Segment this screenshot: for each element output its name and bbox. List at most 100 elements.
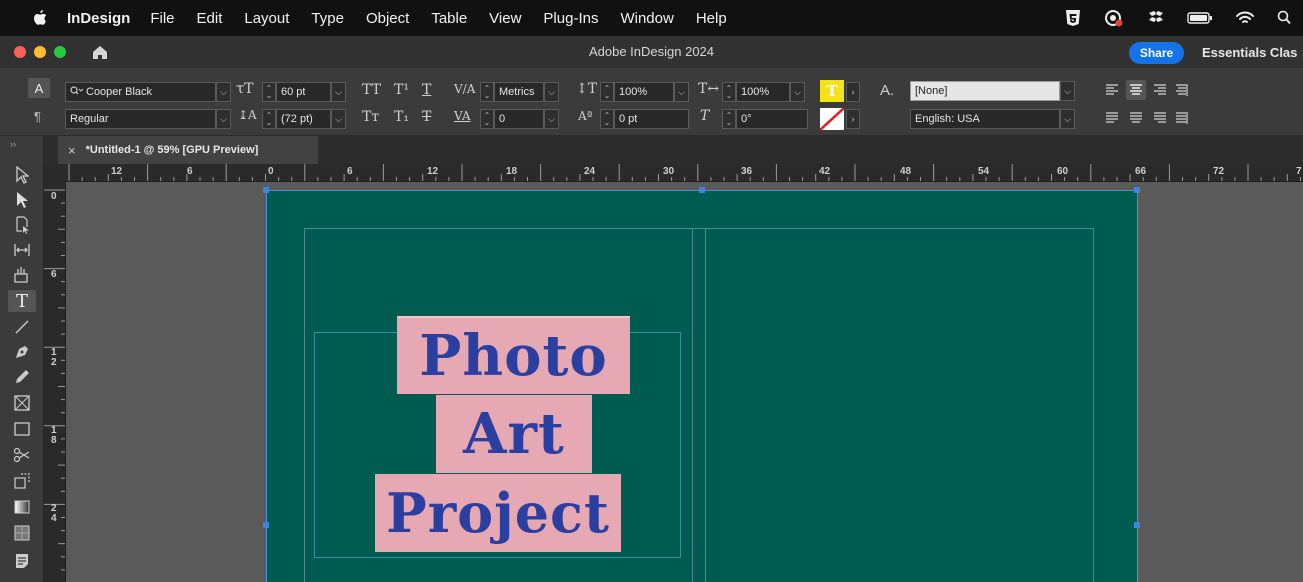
gap-tool-icon[interactable] bbox=[8, 239, 36, 261]
close-tab-icon[interactable]: × bbox=[68, 143, 76, 158]
font-size-stepper[interactable]: ⌃ ⌄ bbox=[262, 82, 276, 102]
align-center-button[interactable] bbox=[1126, 80, 1146, 100]
menu-window[interactable]: Window bbox=[620, 10, 673, 27]
kerning-field[interactable]: Metrics bbox=[494, 82, 544, 102]
underline-button[interactable]: T bbox=[422, 82, 431, 98]
horizontal-scale-dropdown[interactable]: ⌵ bbox=[790, 82, 805, 102]
justify-center-button[interactable] bbox=[1128, 110, 1144, 126]
horizontal-scale-field[interactable]: 100% bbox=[736, 82, 790, 102]
kerning-dropdown[interactable]: ⌵ bbox=[544, 82, 559, 102]
pasteboard[interactable]: Photo Art Project bbox=[66, 182, 1303, 582]
apple-menu-icon[interactable] bbox=[30, 9, 50, 27]
content-collector-tool-icon[interactable] bbox=[8, 264, 36, 286]
menu-edit[interactable]: Edit bbox=[197, 10, 223, 27]
text-line-photo[interactable]: Photo bbox=[397, 316, 630, 394]
leading-dropdown[interactable]: ⌵ bbox=[331, 109, 346, 129]
menu-view[interactable]: View bbox=[489, 10, 521, 27]
selection-handle[interactable] bbox=[1134, 187, 1140, 193]
justify-left-button[interactable] bbox=[1104, 110, 1120, 126]
skew-stepper[interactable]: ⌃ ⌄ bbox=[722, 109, 736, 129]
baseline-shift-stepper[interactable]: ⌃ ⌄ bbox=[600, 109, 614, 129]
subscript-button[interactable]: T₁ bbox=[394, 109, 409, 125]
menu-type[interactable]: Type bbox=[311, 10, 344, 27]
baseline-shift-field[interactable]: 0 pt bbox=[614, 109, 689, 129]
character-formatting-mode-button[interactable]: A bbox=[28, 78, 50, 98]
selection-handle[interactable] bbox=[699, 187, 705, 193]
align-left-button[interactable] bbox=[1104, 82, 1120, 98]
page-tool-icon[interactable] bbox=[8, 214, 36, 236]
free-transform-tool-icon[interactable] bbox=[8, 470, 36, 492]
fill-color-swatch[interactable]: T bbox=[820, 80, 844, 102]
horizontal-scale-stepper[interactable]: ⌃ ⌄ bbox=[722, 82, 736, 102]
font-family-dropdown[interactable]: ⌵ bbox=[216, 82, 231, 102]
creative-cloud-icon[interactable] bbox=[1103, 9, 1125, 27]
gradient-feather-tool-icon[interactable] bbox=[8, 522, 36, 544]
tracking-dropdown[interactable]: ⌵ bbox=[544, 109, 559, 129]
justify-right-button[interactable] bbox=[1152, 110, 1168, 126]
search-icon[interactable] bbox=[1277, 10, 1291, 26]
strikethrough-button[interactable]: T bbox=[422, 109, 431, 125]
tracking-field[interactable]: 0 bbox=[494, 109, 544, 129]
leading-field[interactable]: (72 pt) bbox=[276, 109, 331, 129]
font-size-dropdown[interactable]: ⌵ bbox=[331, 82, 346, 102]
line-tool-icon[interactable] bbox=[8, 316, 36, 338]
html5-icon[interactable] bbox=[1065, 9, 1081, 27]
share-button[interactable]: Share bbox=[1129, 42, 1184, 64]
selection-handle[interactable] bbox=[1134, 522, 1140, 528]
type-tool-icon[interactable]: T bbox=[8, 290, 36, 312]
align-right-button[interactable] bbox=[1152, 82, 1168, 98]
scissors-tool-icon[interactable] bbox=[8, 444, 36, 466]
menu-plugins[interactable]: Plug-Ins bbox=[543, 10, 598, 27]
menu-file[interactable]: File bbox=[150, 10, 174, 27]
workspace-switcher[interactable]: Essentials Clas bbox=[1202, 45, 1297, 60]
language-field[interactable]: English: USA bbox=[910, 109, 1060, 129]
skew-field[interactable]: 0° bbox=[736, 109, 808, 129]
ruler-origin[interactable] bbox=[44, 164, 66, 182]
wifi-icon[interactable] bbox=[1235, 10, 1255, 26]
all-caps-button[interactable]: TT bbox=[362, 82, 381, 98]
language-dropdown[interactable]: ⌵ bbox=[1060, 109, 1075, 129]
superscript-button[interactable]: T¹ bbox=[394, 82, 409, 98]
paragraph-formatting-mode-button[interactable]: ¶ bbox=[34, 109, 41, 124]
font-style-field[interactable]: Regular bbox=[65, 109, 216, 129]
pencil-tool-icon[interactable] bbox=[8, 366, 36, 388]
selection-handle[interactable] bbox=[263, 187, 269, 193]
rectangle-tool-icon[interactable] bbox=[8, 418, 36, 440]
dropbox-icon[interactable] bbox=[1147, 10, 1165, 26]
font-family-field[interactable]: Cooper Black bbox=[65, 82, 216, 102]
character-style-field[interactable]: [None] bbox=[910, 81, 1060, 101]
tracking-stepper[interactable]: ⌃ ⌄ bbox=[480, 109, 494, 129]
font-size-field[interactable]: 60 pt bbox=[276, 82, 331, 102]
menu-app-name[interactable]: InDesign bbox=[67, 10, 130, 27]
selection-handle[interactable] bbox=[263, 522, 269, 528]
rectangle-frame-tool-icon[interactable] bbox=[8, 392, 36, 414]
horizontal-ruler[interactable]: 12 6 0 6 12 18 24 30 36 42 48 54 60 66 7… bbox=[66, 164, 1303, 182]
fill-color-dropdown[interactable]: › bbox=[846, 82, 860, 102]
vertical-scale-stepper[interactable]: ⌃ ⌄ bbox=[600, 82, 614, 102]
gradient-swatch-tool-icon[interactable] bbox=[8, 496, 36, 518]
kerning-stepper[interactable]: ⌃ ⌄ bbox=[480, 82, 494, 102]
document-page[interactable]: Photo Art Project bbox=[263, 187, 1140, 582]
direct-selection-tool-icon[interactable] bbox=[8, 189, 36, 211]
leading-stepper[interactable]: ⌃ ⌄ bbox=[262, 109, 276, 129]
battery-icon[interactable] bbox=[1187, 11, 1213, 25]
menu-object[interactable]: Object bbox=[366, 10, 409, 27]
stroke-color-dropdown[interactable]: › bbox=[846, 109, 860, 129]
document-tab[interactable]: × *Untitled-1 @ 59% [GPU Preview] bbox=[58, 136, 318, 164]
note-tool-icon[interactable] bbox=[8, 550, 36, 572]
menu-table[interactable]: Table bbox=[431, 10, 467, 27]
selection-tool-icon[interactable] bbox=[8, 164, 36, 186]
small-caps-button[interactable]: Tт bbox=[362, 109, 379, 125]
text-line-project[interactable]: Project bbox=[375, 474, 621, 552]
character-style-dropdown[interactable]: ⌵ bbox=[1060, 81, 1075, 101]
vertical-ruler[interactable]: 0 6 12 18 24 bbox=[44, 182, 66, 582]
font-style-dropdown[interactable]: ⌵ bbox=[216, 109, 231, 129]
justify-all-button[interactable] bbox=[1174, 110, 1190, 126]
align-towards-spine-button[interactable] bbox=[1174, 82, 1190, 98]
stroke-color-swatch[interactable] bbox=[820, 108, 844, 130]
vertical-scale-field[interactable]: 100% bbox=[614, 82, 674, 102]
panel-collapse-icon[interactable]: ›› bbox=[10, 139, 16, 149]
menu-help[interactable]: Help bbox=[696, 10, 727, 27]
vertical-scale-dropdown[interactable]: ⌵ bbox=[674, 82, 689, 102]
pen-tool-icon[interactable] bbox=[8, 341, 36, 363]
